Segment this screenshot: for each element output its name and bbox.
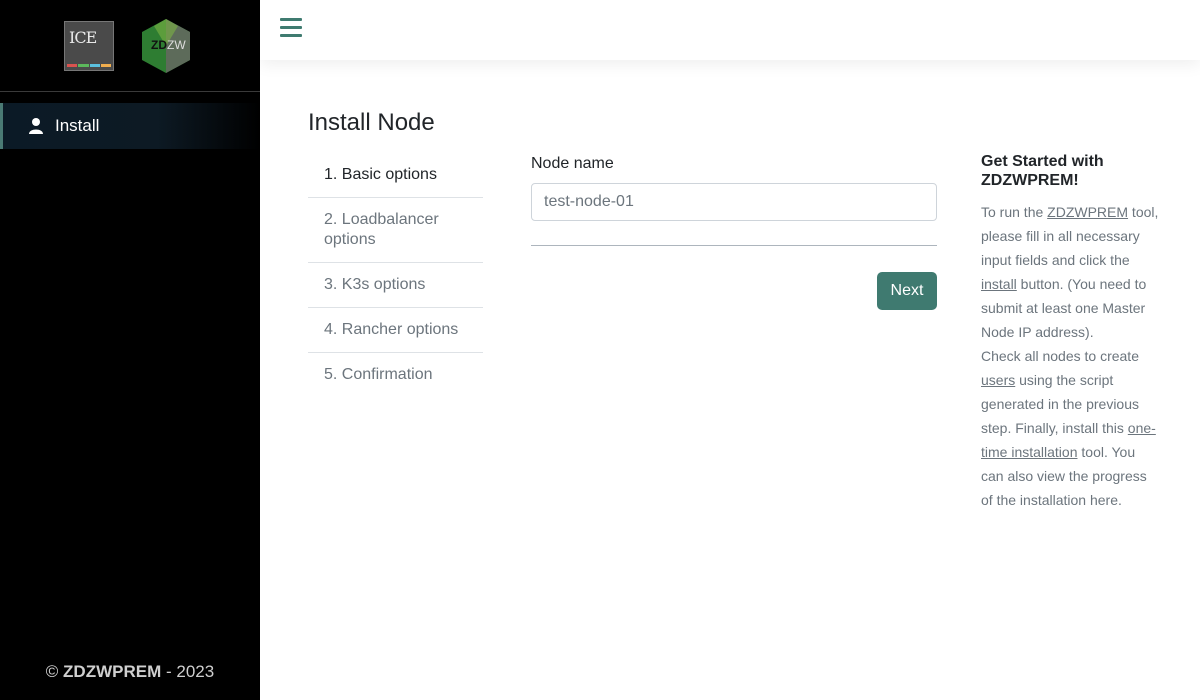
help-title: Get Started with ZDZWPREM! — [981, 153, 1104, 189]
zdzw-logo-text-dark: ZD — [151, 38, 167, 52]
install-link[interactable]: install — [981, 276, 1017, 292]
help-panel: Get Started with ZDZWPREM! To run the ZD… — [981, 152, 1161, 512]
ice-logo-text: ICE — [69, 28, 97, 47]
sidebar-item-install[interactable]: Install — [0, 103, 260, 149]
footer-brand: ZDZWPREM — [63, 662, 162, 681]
step-basic-options[interactable]: 1. Basic options — [308, 153, 483, 198]
next-button[interactable]: Next — [877, 272, 937, 310]
help-text: Check all nodes to create — [981, 348, 1139, 364]
node-name-input[interactable] — [531, 183, 937, 221]
help-text: To run the — [981, 204, 1048, 220]
form-divider — [531, 245, 937, 246]
logo-area: ICE ZDZW — [0, 0, 260, 92]
copyright-symbol: © — [45, 662, 59, 681]
footer: © ZDZWPREM - 2023 — [0, 662, 260, 682]
step-k3s-options[interactable]: 3. K3s options — [308, 263, 483, 308]
ice-logo[interactable]: ICE — [64, 21, 114, 71]
step-list: 1. Basic options 2. Loadbalancer options… — [308, 153, 483, 397]
help-body: To run the ZDZWPREM tool, please fill in… — [981, 200, 1161, 512]
sidebar: ICE ZDZW Install © ZDZWPREM - 2023 — [0, 0, 260, 700]
users-link[interactable]: users — [981, 372, 1015, 388]
step-confirmation[interactable]: 5. Confirmation — [308, 353, 483, 397]
top-bar — [260, 0, 1200, 60]
footer-year: - 2023 — [166, 662, 215, 681]
sidebar-item-label: Install — [55, 116, 100, 135]
node-form: Node name Next — [531, 155, 937, 310]
step-loadbalancer-options[interactable]: 2. Loadbalancer options — [308, 198, 483, 263]
page-title: Install Node — [308, 109, 435, 136]
zdzwprem-link[interactable]: ZDZWPREM — [1047, 204, 1128, 220]
user-icon — [27, 117, 45, 135]
zdzw-logo[interactable]: ZDZW — [140, 18, 192, 74]
step-rancher-options[interactable]: 4. Rancher options — [308, 308, 483, 353]
node-name-label: Node name — [531, 155, 614, 172]
hamburger-icon[interactable] — [280, 18, 302, 40]
zdzw-logo-text-light: ZW — [167, 38, 186, 52]
